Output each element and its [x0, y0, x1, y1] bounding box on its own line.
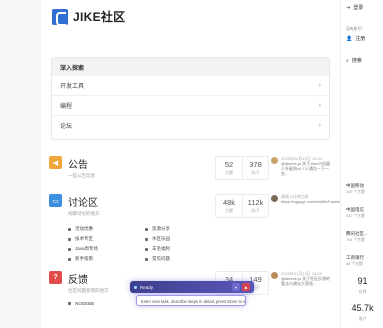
agent-status: Ready: [140, 284, 154, 290]
explore-item-label: 编程: [60, 104, 73, 110]
search-icon: ⌕: [346, 57, 349, 64]
explore-item-dev-tools[interactable]: 开发工具 ›: [52, 75, 329, 95]
online-label: 在线: [358, 289, 367, 294]
topic-count: 52: [224, 160, 234, 169]
topic-label: 主题: [225, 208, 233, 213]
hot-tag-title: 中国电信: [346, 207, 364, 212]
hot-tag[interactable]: 腾讯社区... 764 个主题: [346, 231, 382, 243]
hot-tag-count: 764 个主题: [346, 238, 365, 242]
explore-title: 深入探索: [52, 58, 329, 75]
subcategory-link[interactable]: 常见问题: [145, 255, 222, 263]
dropdown-icon[interactable]: ▾: [232, 283, 240, 291]
category-title[interactable]: 反馈: [68, 271, 109, 286]
explore-item-forum[interactable]: 论坛 ›: [52, 115, 329, 135]
subcategory-link[interactable]: 羊毛福利: [145, 245, 222, 253]
hot-tag[interactable]: 中国电信 222 个主题: [346, 207, 382, 219]
latest-post[interactable]: 刚刚 2分钟之前 https://vqjqyyr.com/html5c/Faceb…: [271, 194, 374, 204]
post-label: 帖子: [251, 208, 260, 213]
user-label: 用户: [358, 316, 367, 321]
subcategory-link[interactable]: 水区乐园: [145, 235, 222, 243]
category-title[interactable]: 公告: [68, 156, 95, 171]
hot-tag[interactable]: 工商银行 68 个主题: [346, 255, 382, 267]
avatar: [271, 272, 278, 279]
subcategory-link[interactable]: 新手指南: [68, 255, 145, 263]
site-name: JIKE社区: [73, 10, 126, 24]
latest-post-excerpt: @aleeve-js 关于JikeJS机器人升级到v4.7.0 通告一下一些..…: [281, 161, 330, 176]
hot-tag-title: 中国移动: [346, 183, 364, 188]
user-count: 45.7k: [351, 303, 374, 313]
hot-tag-title: 腾讯社区...: [346, 231, 368, 236]
latest-post[interactable]: 2025年01月15日 18:20 @aleeve-js 关于社区反馈的看法与建议…: [271, 271, 333, 286]
subcategory-list: 活动优惠 资源分享 技术专区 水区乐园 Java周专场 羊毛福利 新手指南 常见…: [68, 225, 332, 263]
login-icon: ⇥: [346, 4, 351, 11]
avatar: [271, 157, 278, 164]
chevron-right-icon: ›: [318, 82, 321, 89]
explore-item-label: 开发工具: [60, 84, 85, 90]
search-button[interactable]: ⌕ 搜索: [346, 57, 362, 65]
latest-post[interactable]: 2025年02月10日 10:04 @aleeve-js 关于JikeJS机器人升…: [271, 156, 333, 176]
subcategory-link[interactable]: NODEBB: [68, 299, 145, 307]
post-label: 帖子: [251, 170, 260, 175]
search-label: 搜索: [351, 58, 362, 64]
explore-panel: 深入探索 开发工具 › 编程 › 论坛 ›: [51, 57, 330, 140]
category-stats: 48k 主题 112k 帖子: [215, 194, 269, 218]
category-stats: 52 主题 378 帖子: [215, 156, 269, 180]
subcategory-link[interactable]: 资源分享: [145, 225, 222, 233]
chevron-right-icon: ›: [318, 122, 321, 129]
subcategory-link[interactable]: 活动优惠: [68, 225, 145, 233]
register-link[interactable]: 👤 注册: [346, 35, 366, 43]
explore-item-programming[interactable]: 编程 ›: [52, 95, 329, 115]
stop-icon[interactable]: ■: [242, 283, 250, 291]
category-discussion: ▭ 讨论区 闲聊讨论的地方 48k 主题 112k 帖子 刚刚 2分钟之前 https…: [49, 194, 374, 263]
topic-count: 48k: [222, 198, 236, 207]
hot-tag-title: 工商银行: [346, 255, 364, 260]
right-sidebar: ⇥ 登录 没有账号？ 👤 注册 ⌕ 搜索 中国移动 109 个主题 中国电信 2…: [340, 0, 383, 328]
hot-tag-count: 109 个主题: [346, 190, 365, 194]
topic-label: 主题: [225, 170, 233, 175]
latest-post-excerpt: @aleeve-js 关于社区反馈的看法与建议大家帖...: [281, 276, 331, 286]
login-label: 登录: [353, 5, 364, 11]
category-description: 闲聊讨论的地方: [68, 211, 100, 216]
register-label: 注册: [355, 36, 366, 42]
avatar: [271, 195, 278, 202]
question-icon: ?: [49, 271, 62, 284]
category-title[interactable]: 讨论区: [68, 194, 100, 209]
hot-tag-count: 222 个主题: [346, 214, 365, 218]
explore-item-label: 论坛: [60, 124, 73, 130]
chat-icon: ▭: [49, 194, 62, 207]
logo-icon: [52, 8, 68, 26]
megaphone-icon: ◀: [49, 156, 62, 169]
task-input[interactable]: Enter new task, describe steps in detail…: [136, 295, 246, 306]
account-prompt: 没有账号？: [346, 27, 365, 31]
login-link[interactable]: ⇥ 登录: [346, 4, 364, 12]
status-dot-icon: [134, 285, 137, 289]
category-description: 社区问题反馈的地方: [68, 288, 109, 293]
category-announcements: ◀ 公告 一些公告信息 52 主题 378 帖子 2025年02月10日 10:04…: [49, 156, 333, 180]
online-count: 91: [357, 276, 368, 286]
main-content: JIKE社区 深入探索 开发工具 › 编程 › 论坛 › ◀ 公告 一些公告信息…: [41, 0, 374, 328]
add-user-icon: 👤: [346, 35, 353, 42]
agent-toolbar: Ready ▾ ■: [130, 281, 254, 293]
hot-tag[interactable]: 中国移动 109 个主题: [346, 183, 382, 195]
hot-tag-count: 68 个主题: [346, 262, 363, 266]
post-count: 112k: [247, 198, 264, 207]
chevron-right-icon: ›: [318, 102, 321, 109]
post-count: 378: [249, 160, 262, 169]
category-description: 一些公告信息: [68, 173, 95, 178]
subcategory-link[interactable]: 技术专区: [68, 235, 145, 243]
site-logo[interactable]: JIKE社区: [52, 8, 126, 26]
subcategory-link[interactable]: Java周专场: [68, 245, 145, 253]
